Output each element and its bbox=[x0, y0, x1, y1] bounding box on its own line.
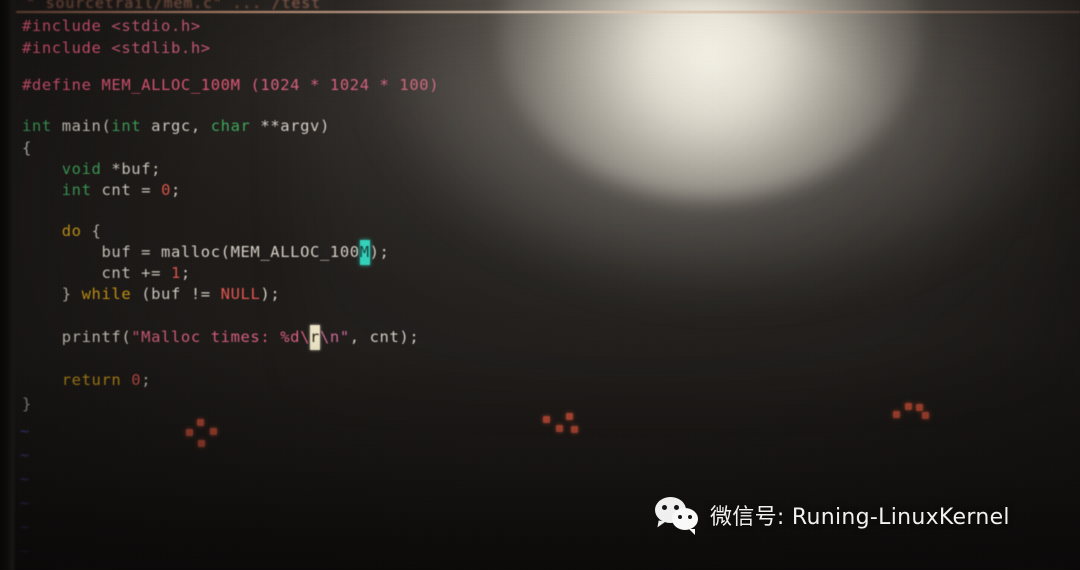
screen-background bbox=[0, 0, 1080, 570]
monitor-photo: " sourcetrail/mem.c" ... /test #include … bbox=[0, 0, 1080, 570]
